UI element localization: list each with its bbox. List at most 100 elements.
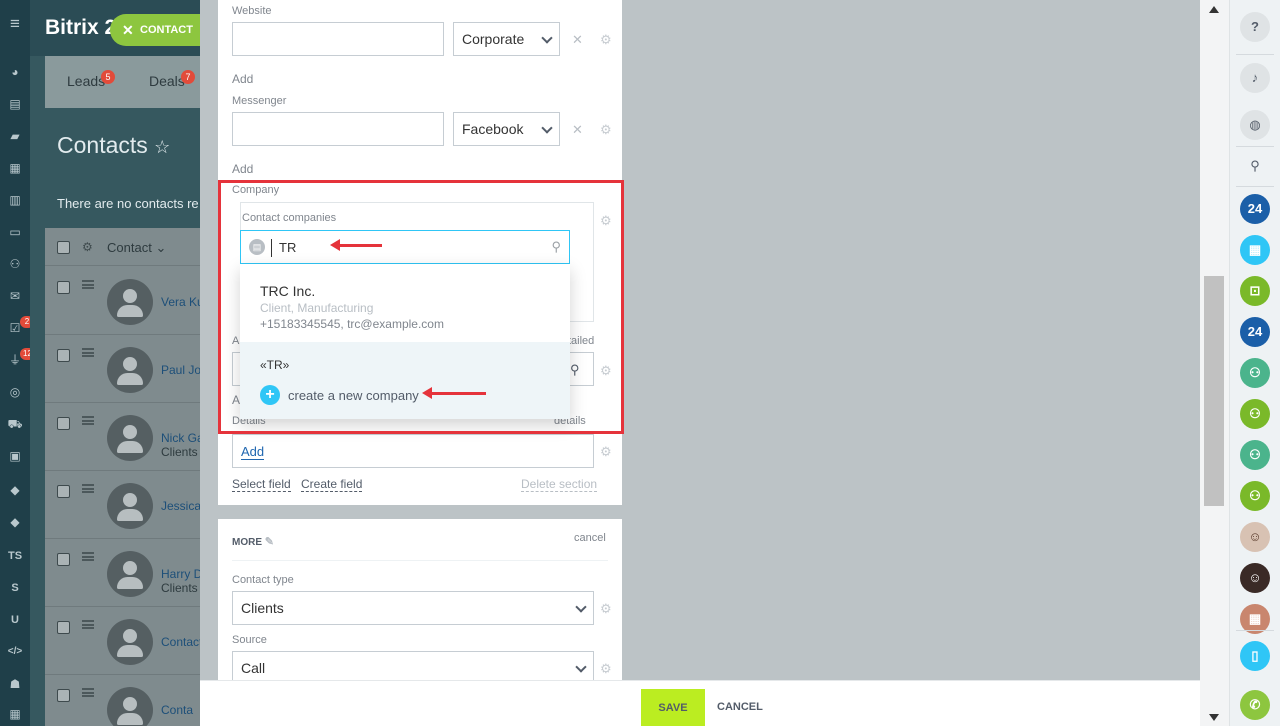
- messenger-settings-icon[interactable]: ⚙: [600, 122, 612, 138]
- cancel-button[interactable]: CANCEL: [717, 701, 763, 713]
- row-menu-icon[interactable]: [82, 688, 94, 697]
- row-checkbox[interactable]: [57, 553, 70, 566]
- avatar: [107, 347, 153, 393]
- row-checkbox[interactable]: [57, 281, 70, 294]
- empty-notice: There are no contacts re: [57, 196, 199, 211]
- group-chat-icon[interactable]: ⚇: [1240, 358, 1270, 388]
- tab-deals[interactable]: Deals 7: [149, 70, 195, 89]
- website-settings-icon[interactable]: ⚙: [600, 32, 612, 48]
- cart-icon[interactable]: ⛟: [7, 416, 23, 432]
- right-rail: ? ♪ ◍ ⚲ 24 ▦ ⊡ 24 ⚇ ⚇ ⚇ ⚇ ☺ ☺ ▦ ▯ ✆: [1229, 0, 1280, 726]
- contact-name[interactable]: Vera Ku: [161, 295, 204, 309]
- website-type-select[interactable]: Corporate: [453, 22, 560, 56]
- tab-deals-label: Deals: [149, 73, 185, 89]
- mobile-sync-icon[interactable]: ▯: [1240, 641, 1270, 671]
- rail-item-ts[interactable]: TS: [7, 548, 23, 564]
- row-menu-icon[interactable]: [82, 348, 94, 357]
- bell-icon[interactable]: ♪: [1240, 63, 1270, 93]
- row-menu-icon[interactable]: [82, 620, 94, 629]
- remove-website-icon[interactable]: ✕: [572, 32, 583, 48]
- row-menu-icon[interactable]: [82, 280, 94, 289]
- contact-card-icon[interactable]: ▣: [7, 448, 23, 464]
- user-avatar[interactable]: ☺: [1240, 563, 1270, 593]
- more-title-text: MORE: [232, 537, 262, 548]
- apps-icon[interactable]: ▦: [7, 706, 23, 722]
- chat-icon[interactable]: ▰: [7, 128, 23, 144]
- add-messenger-link[interactable]: Add: [232, 162, 253, 176]
- robot-icon[interactable]: ☗: [7, 676, 23, 692]
- chat-bubble-icon[interactable]: ◍: [1240, 110, 1270, 140]
- lock-icon[interactable]: ⊡: [1240, 276, 1270, 306]
- contact-name[interactable]: Contact: [161, 635, 202, 649]
- select-all-checkbox[interactable]: [57, 241, 70, 254]
- bitrix24-support-avatar[interactable]: 24: [1240, 317, 1270, 347]
- bitrix24-chat-avatar[interactable]: 24: [1240, 194, 1270, 224]
- document-icon[interactable]: ▥: [7, 192, 23, 208]
- delete-section-link[interactable]: Delete section: [521, 477, 598, 492]
- company-highlight-frame: [218, 180, 624, 434]
- user-avatar[interactable]: ☺: [1240, 522, 1270, 552]
- create-field-link[interactable]: Create field: [301, 477, 363, 492]
- row-checkbox[interactable]: [57, 485, 70, 498]
- website-input[interactable]: [232, 22, 444, 56]
- group-chat-icon[interactable]: ⚇: [1240, 440, 1270, 470]
- row-menu-icon[interactable]: [82, 484, 94, 493]
- pencil-icon[interactable]: ✎: [265, 536, 274, 548]
- groups-icon[interactable]: ⚇: [7, 256, 23, 272]
- calendar-icon[interactable]: ▦: [7, 160, 23, 176]
- row-menu-icon[interactable]: [82, 416, 94, 425]
- row-checkbox[interactable]: [57, 689, 70, 702]
- source-label: Source: [232, 634, 267, 646]
- help-icon[interactable]: ?: [1240, 12, 1270, 42]
- details-settings-icon[interactable]: ⚙: [600, 444, 612, 460]
- drive-icon[interactable]: ▭: [7, 224, 23, 240]
- tab-leads[interactable]: Leads 5: [67, 70, 115, 89]
- phone-icon[interactable]: ✆: [1240, 690, 1270, 720]
- contact-name[interactable]: Harry D: [161, 567, 202, 581]
- tab-leads-label: Leads: [67, 73, 106, 89]
- save-button[interactable]: SAVE: [641, 689, 705, 726]
- messenger-input[interactable]: [232, 112, 444, 146]
- activity-icon[interactable]: ◕: [7, 64, 23, 80]
- row-checkbox[interactable]: [57, 349, 70, 362]
- scrollbar[interactable]: [1200, 0, 1229, 726]
- star-icon[interactable]: ☆: [154, 137, 170, 157]
- rail-item-code[interactable]: </>: [7, 644, 23, 660]
- select-field-link[interactable]: Select field: [232, 477, 291, 492]
- row-menu-icon[interactable]: [82, 552, 94, 561]
- scroll-down-arrow[interactable]: [1209, 714, 1219, 721]
- contact-name[interactable]: Conta: [161, 703, 193, 717]
- remove-messenger-icon[interactable]: ✕: [572, 122, 583, 138]
- group-chat-icon[interactable]: ⚇: [1240, 399, 1270, 429]
- add-website-link[interactable]: Add: [232, 72, 253, 86]
- contact-name[interactable]: Jessica: [161, 499, 201, 513]
- source-settings-icon[interactable]: ⚙: [600, 661, 612, 677]
- column-header-contact[interactable]: Contact ⌄: [107, 240, 166, 256]
- contact-name[interactable]: Paul Jo: [161, 363, 201, 377]
- more-cancel-link[interactable]: cancel: [574, 532, 606, 544]
- scroll-thumb[interactable]: [1204, 276, 1224, 506]
- details-add-link[interactable]: Add: [241, 444, 265, 460]
- calendar-icon[interactable]: ▦: [1240, 235, 1270, 265]
- menu-icon[interactable]: ≡: [7, 15, 23, 32]
- avatar: [107, 415, 153, 461]
- contact-name[interactable]: Nick Ga: [161, 431, 204, 445]
- row-checkbox[interactable]: [57, 417, 70, 430]
- search-icon[interactable]: ⚲: [1240, 151, 1270, 181]
- messenger-type-select[interactable]: Facebook: [453, 112, 560, 146]
- target-icon[interactable]: ◎: [7, 384, 23, 400]
- box-alt-icon[interactable]: ◆: [7, 514, 23, 530]
- contact-type-select[interactable]: Clients: [232, 591, 594, 625]
- contact-type-settings-icon[interactable]: ⚙: [600, 601, 612, 617]
- mail-icon[interactable]: ✉: [7, 288, 23, 304]
- rail-item-s[interactable]: S: [7, 580, 23, 596]
- messenger-type-value: Facebook: [462, 121, 524, 137]
- rail-item-u[interactable]: U: [7, 612, 23, 628]
- close-icon[interactable]: ✕: [122, 14, 134, 46]
- scroll-up-arrow[interactable]: [1209, 6, 1219, 13]
- settings-icon[interactable]: ⚙: [82, 240, 93, 254]
- box-icon[interactable]: ◆: [7, 482, 23, 498]
- news-icon[interactable]: ▤: [7, 96, 23, 112]
- row-checkbox[interactable]: [57, 621, 70, 634]
- group-chat-icon[interactable]: ⚇: [1240, 481, 1270, 511]
